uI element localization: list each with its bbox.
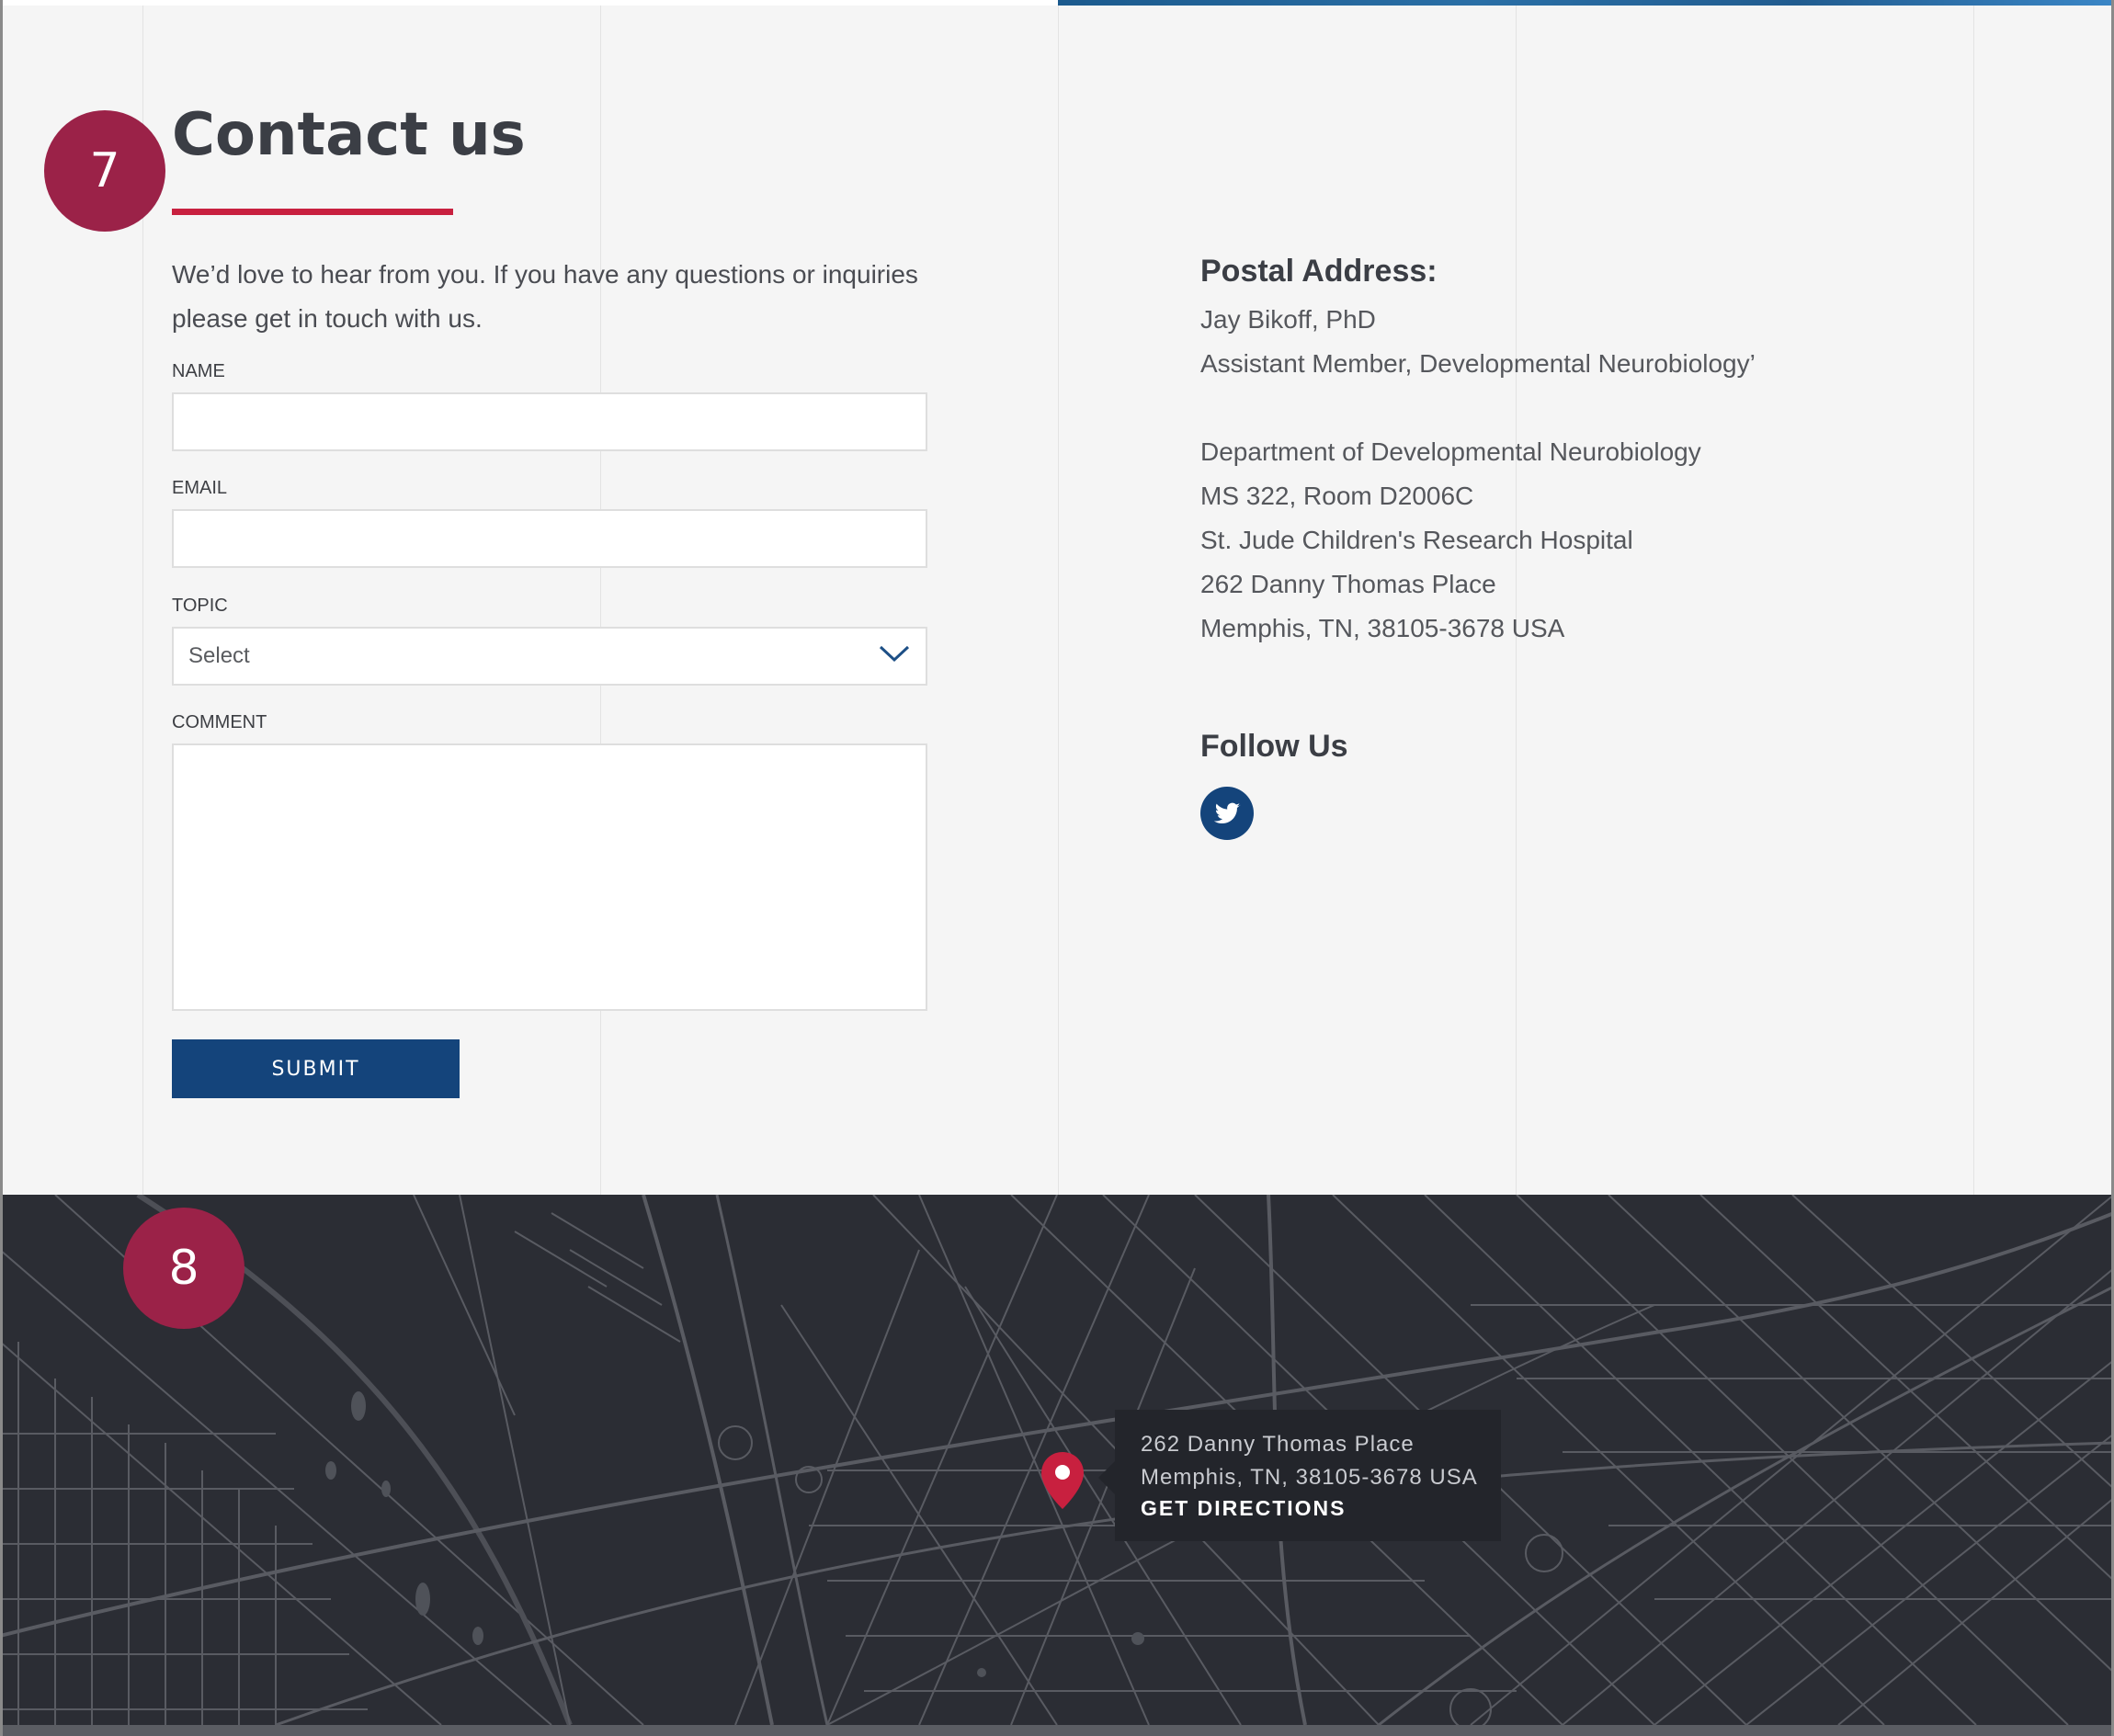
postal-address: Jay Bikoff, PhD Assistant Member, Develo… [1200,298,1756,651]
postal-line: Jay Bikoff, PhD [1200,305,1376,334]
grid-guide [1058,0,1059,1195]
top-strip-left [0,0,1058,6]
postal-line: Department of Developmental Neurobiology [1200,437,1701,466]
name-label: NAME [172,361,225,381]
map-bottom-strip [0,1725,2114,1736]
twitter-icon[interactable] [1200,787,1254,840]
submit-button[interactable]: SUBMIT [172,1039,460,1098]
postal-address-title: Postal Address: [1200,254,1438,289]
page-title: Contact us [172,101,526,169]
email-field[interactable] [172,509,927,568]
map-pin-icon[interactable] [1039,1450,1086,1511]
name-field[interactable] [172,392,927,451]
follow-us-title: Follow Us [1200,729,1348,764]
postal-line: Memphis, TN, 38105-3678 USA [1200,614,1565,642]
grid-guide [1973,0,1974,1195]
postal-line: Assistant Member, Developmental Neurobio… [1200,349,1756,378]
topic-label: TOPIC [172,596,228,616]
map-info-card: 262 Danny Thomas Place Memphis, TN, 3810… [1098,1410,1501,1541]
email-label: EMAIL [172,478,228,498]
chevron-down-icon [878,643,911,670]
map-address-line-1: 262 Danny Thomas Place [1141,1432,1415,1457]
postal-line: 262 Danny Thomas Place [1200,570,1496,598]
topic-select[interactable]: Select [172,627,927,686]
title-underline [172,209,453,215]
step-badge-7: 7 [44,110,165,232]
grid-guide [600,0,601,1195]
comment-field[interactable] [172,743,927,1011]
step-badge-8: 8 [123,1208,244,1329]
get-directions-link[interactable]: GET DIRECTIONS [1141,1496,1501,1521]
topic-select-value: Select [188,643,250,668]
map-address-line-2: Memphis, TN, 38105-3678 USA [1141,1465,1478,1490]
intro-text: We’d love to hear from you. If you have … [172,260,918,333]
comment-label: COMMENT [172,712,267,732]
postal-line: MS 322, Room D2006C [1200,482,1474,510]
top-accent-bar [1058,0,2114,6]
postal-line: St. Jude Children's Research Hospital [1200,526,1633,554]
postal-line [1200,386,1756,430]
